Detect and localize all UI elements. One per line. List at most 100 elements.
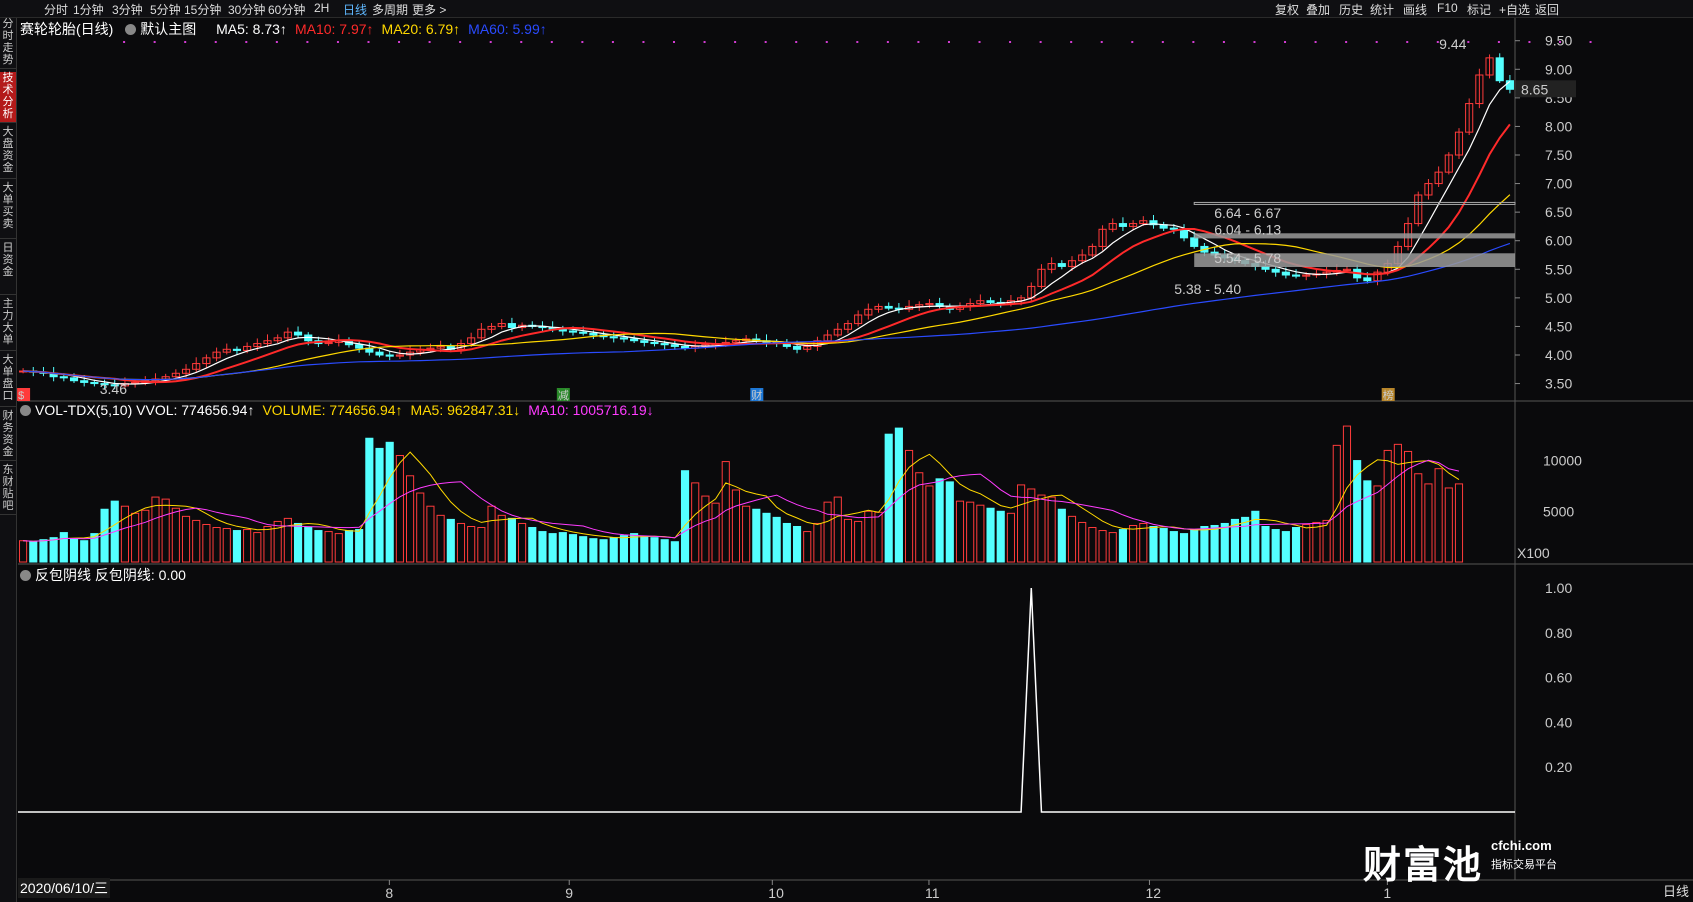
event-marker-label: 榜	[1383, 388, 1394, 402]
volume-bar	[1241, 516, 1250, 563]
signal-dot	[611, 41, 614, 43]
price-zone-label: 5.54 - 5.78	[1214, 250, 1281, 266]
volume-bar	[1444, 487, 1453, 563]
stock-chart[interactable]: 9.509.008.508.007.507.006.506.005.505.00…	[0, 0, 1693, 902]
signal-dot	[642, 41, 645, 43]
signal-dot	[1192, 41, 1195, 43]
indicator-line	[18, 587, 1515, 813]
volume-bar	[945, 481, 954, 563]
signal-dot	[1009, 41, 1012, 43]
volume-bar	[69, 538, 79, 563]
volume-bar	[1139, 522, 1148, 563]
signal-dot	[1467, 41, 1470, 43]
volume-bar	[884, 433, 893, 563]
cursor-date: 2020/06/10/三	[18, 878, 110, 898]
signal-dot	[306, 41, 309, 43]
candle-body	[1190, 237, 1199, 247]
signal-dot	[1100, 41, 1103, 43]
volume-bar	[1210, 524, 1219, 563]
volume-bar	[1067, 515, 1077, 563]
candle-body	[90, 381, 99, 385]
volume-bar	[1434, 468, 1443, 563]
signal-dot	[581, 41, 584, 43]
signal-dot	[917, 41, 920, 43]
low-price-label: 3.46	[100, 381, 127, 397]
volume-tick-label: 10000	[1543, 453, 1582, 469]
volume-bar	[131, 512, 140, 563]
volume-bar	[355, 529, 364, 563]
signal-dot	[947, 41, 950, 43]
signal-dot	[978, 41, 981, 43]
signal-dot	[1528, 41, 1531, 43]
x-tick-label: 10	[768, 885, 784, 901]
volume-bar	[324, 531, 333, 563]
signal-dot	[1406, 41, 1409, 43]
volume-bar	[80, 540, 89, 563]
indicator-tick-label: 0.20	[1545, 759, 1572, 775]
volume-bar	[416, 492, 425, 563]
period-label: 日线	[1662, 884, 1689, 899]
signal-dot	[245, 41, 248, 43]
signal-dot	[367, 41, 370, 43]
volume-bar	[507, 517, 516, 563]
signal-dot	[1284, 41, 1287, 43]
signal-dot	[184, 41, 187, 43]
volume-bar	[619, 535, 628, 563]
volume-bar	[1118, 529, 1127, 563]
signal-dot	[703, 41, 706, 43]
volume-bar	[1179, 533, 1189, 563]
volume-bar	[1454, 483, 1464, 563]
indicator-tick-label: 0.80	[1545, 625, 1572, 641]
volume-bar	[1261, 526, 1270, 563]
volume-bar	[29, 541, 38, 563]
event-marker-label: $	[18, 390, 24, 402]
price-zone-label: 6.04 - 6.13	[1214, 221, 1281, 237]
candle-body	[69, 377, 79, 382]
candle-body	[640, 340, 649, 343]
signal-dot	[1314, 41, 1317, 43]
volume-bar	[59, 532, 68, 563]
signal-dot	[459, 41, 462, 43]
volume-bar	[843, 518, 853, 563]
volume-bar	[171, 507, 180, 563]
volume-bar	[1129, 524, 1138, 563]
volume-bar	[263, 526, 272, 563]
candle-body	[80, 380, 89, 383]
volume-bar	[1037, 494, 1046, 563]
candle-body	[1291, 274, 1301, 277]
watermark-logo: 财富池 cfchi.com 指标交易平台	[1363, 834, 1623, 887]
signal-dot	[764, 41, 767, 43]
volume-bar	[202, 523, 211, 563]
candle-body	[293, 331, 303, 336]
signal-dot	[489, 41, 492, 43]
volume-bar	[1281, 531, 1290, 563]
indicator-tick-label: 1.00	[1545, 580, 1572, 596]
volume-bar	[833, 496, 842, 563]
volume-bar	[334, 533, 343, 563]
volume-bar	[192, 519, 201, 563]
volume-bar	[426, 505, 435, 563]
price-tick-label: 9.00	[1545, 61, 1572, 77]
volume-bar	[762, 512, 771, 563]
signal-dot	[1436, 41, 1439, 43]
volume-bar	[406, 475, 415, 563]
volume-bar	[49, 537, 58, 563]
volume-bar	[467, 526, 476, 563]
price-tick-label: 6.00	[1545, 233, 1572, 249]
x-tick-label: 1	[1383, 885, 1391, 901]
signal-dot	[1345, 41, 1348, 43]
volume-bar	[823, 501, 832, 563]
candle-body	[1057, 263, 1066, 267]
volume-bar	[1373, 485, 1382, 563]
candle-body	[589, 332, 598, 336]
volume-bar	[39, 539, 48, 563]
volume-bar	[772, 516, 781, 563]
price-tick-label: 5.50	[1545, 261, 1572, 277]
volume-bar	[955, 500, 965, 563]
volume-bar	[477, 527, 486, 563]
volume-bar	[782, 522, 791, 563]
volume-bar	[1424, 483, 1433, 563]
volume-bar	[1149, 526, 1158, 563]
volume-bar	[864, 510, 873, 563]
volume-bar	[1098, 530, 1107, 563]
